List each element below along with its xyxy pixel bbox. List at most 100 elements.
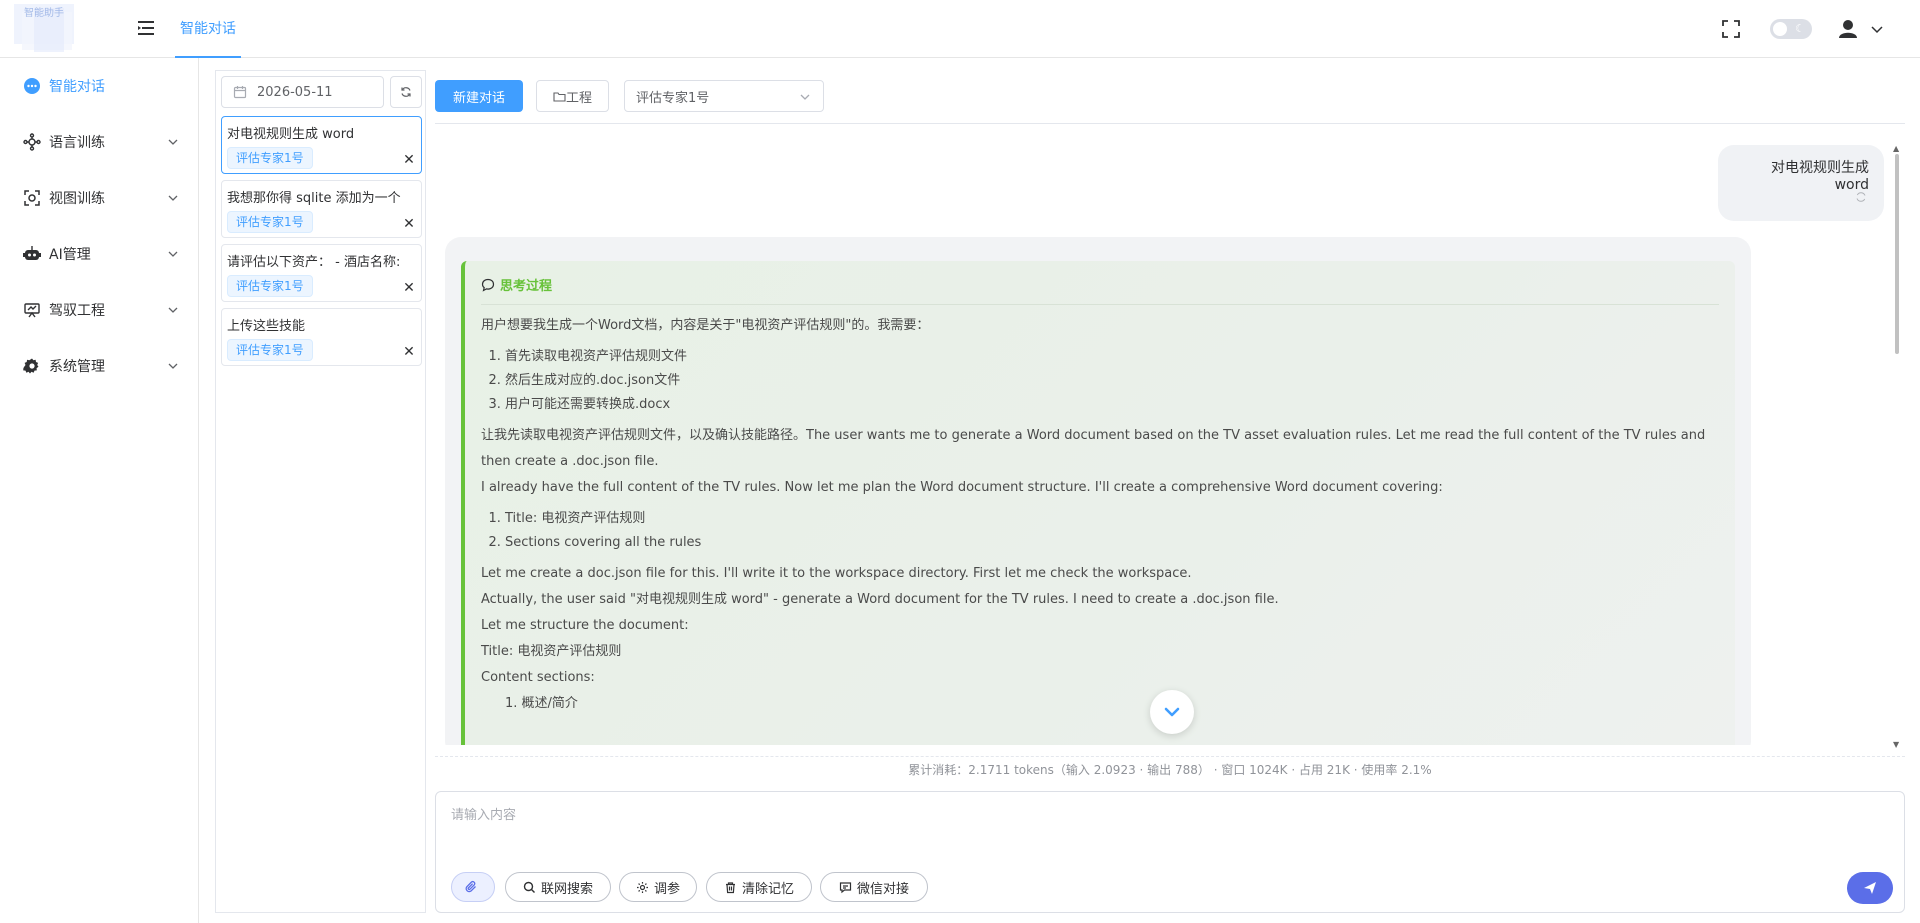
web-search-label: 联网搜索 <box>540 881 593 897</box>
thinking-line: Actually, the user said "对电视规则生成 word" -… <box>481 592 1279 607</box>
attach-button[interactable] <box>451 872 495 902</box>
chat-toolbar: 新建对话 工程 评估专家1号 <box>435 80 1905 124</box>
message-scrollbar[interactable]: ▲ ▼ <box>1893 144 1901 749</box>
conversation-title: 上传这些技能 <box>227 319 306 334</box>
clear-memory-button[interactable]: 清除记忆 <box>706 872 812 902</box>
token-usage: 累计消耗：2.1711 tokens（输入 2.0923 · 输出 788） ·… <box>435 756 1905 782</box>
tab-smart-chat[interactable]: 智能对话 <box>175 0 241 58</box>
paperclip-icon <box>465 880 476 893</box>
tune-params-button[interactable]: 调参 <box>619 872 697 902</box>
expert-select[interactable]: 评估专家1号 <box>624 80 824 112</box>
expert-tag: 评估专家1号 <box>227 211 313 233</box>
sidebar-item-smart-chat[interactable]: 智能对话 <box>0 58 199 114</box>
wechat-connect-label: 微信对接 <box>856 881 909 897</box>
logo-text: 智能助手 <box>24 8 64 19</box>
thinking-line: Let me structure the document: <box>481 618 689 633</box>
expert-tag: 评估专家1号 <box>227 147 313 169</box>
top-header: 智能助手 智能对话 ☾ <box>0 0 1920 58</box>
list-item: Title: 电视资产评估规则 <box>505 507 1719 531</box>
close-icon[interactable]: ✕ <box>402 345 416 359</box>
send-button[interactable] <box>1847 872 1893 904</box>
send-icon <box>1864 882 1876 894</box>
thinking-paragraph: I already have the full content of the T… <box>481 480 1443 495</box>
network-icon <box>22 132 42 152</box>
close-icon[interactable]: ✕ <box>402 217 416 231</box>
menu-toggle-icon[interactable] <box>136 18 156 38</box>
trash-icon <box>725 881 735 893</box>
scroll-to-bottom-button[interactable] <box>1150 690 1194 734</box>
web-search-button[interactable]: 联网搜索 <box>505 872 611 902</box>
refresh-button[interactable] <box>390 76 422 108</box>
assistant-message: 思考过程 用户想要我生成一个Word文档，内容是关于"电视资产评估规则"的。我需… <box>445 237 1751 745</box>
steps-list: 首先读取电视资产评估规则文件 然后生成对应的.doc.json文件 用户可能还需… <box>505 345 1719 417</box>
speech-bubble-icon <box>481 278 495 292</box>
scroll-down-icon[interactable]: ▼ <box>1893 740 1899 749</box>
logo: 智能助手 <box>14 4 110 54</box>
chevron-down-icon <box>1164 707 1180 717</box>
thinking-line: Let me create a doc.json file for this. … <box>481 566 1192 581</box>
list-item: Sections covering all the rules <box>505 531 1719 555</box>
sidebar: 智能对话 语言训练 视图训练 AI管理 驾驭工程 系统管理 <box>0 58 199 923</box>
conversation-list-panel: 2026-05-11 对电视规则生成 word 评估专家1号 ✕ 我想那你得 s… <box>215 70 426 913</box>
user-menu[interactable] <box>1836 16 1888 42</box>
sidebar-item-label: 视图训练 <box>49 191 105 207</box>
gear-icon <box>636 881 648 893</box>
sidebar-item-label: 驾驭工程 <box>49 303 105 319</box>
tune-params-label: 调参 <box>653 881 680 897</box>
toggle-knob <box>1773 22 1787 36</box>
chat-dots-icon <box>22 76 42 96</box>
conversation-title: 对电视规则生成 word <box>227 127 355 142</box>
close-icon[interactable]: ✕ <box>402 153 416 167</box>
sidebar-item-language-training[interactable]: 语言训练 <box>0 114 199 170</box>
date-picker[interactable]: 2026-05-11 <box>221 76 384 108</box>
plan-list: Title: 电视资产评估规则 Sections covering all th… <box>505 507 1719 555</box>
conversation-item[interactable]: 请评估以下资产： - 酒店名称: 评估专家1号 ✕ <box>221 244 422 302</box>
user-message-text: 对电视规则生成 word <box>1771 160 1869 193</box>
calendar-icon <box>233 86 247 99</box>
thinking-process-block: 思考过程 用户想要我生成一个Word文档，内容是关于"电视资产评估规则"的。我需… <box>461 261 1735 745</box>
project-label: 工程 <box>565 90 592 106</box>
thinking-line: 1. 概述/简介 <box>505 696 578 711</box>
new-chat-button[interactable]: 新建对话 <box>435 80 523 112</box>
expert-tag: 评估专家1号 <box>227 339 313 361</box>
moon-icon: ☾ <box>1795 22 1805 35</box>
conversation-title: 请评估以下资产： - 酒店名称: <box>227 255 401 270</box>
fullscreen-icon[interactable] <box>1720 18 1742 40</box>
clear-memory-label: 清除记忆 <box>741 881 794 897</box>
message-input[interactable] <box>451 804 1881 844</box>
project-button[interactable]: 工程 <box>536 80 609 112</box>
list-item: 首先读取电视资产评估规则文件 <box>505 345 1719 369</box>
sidebar-item-system-management[interactable]: 系统管理 <box>0 338 199 394</box>
sidebar-item-label: AI管理 <box>49 247 91 263</box>
close-icon[interactable]: ✕ <box>402 281 416 295</box>
chevron-down-icon <box>168 363 178 369</box>
conversation-item[interactable]: 上传这些技能 评估专家1号 ✕ <box>221 308 422 366</box>
thinking-line: Title: 电视资产评估规则 <box>481 644 622 659</box>
thinking-header[interactable]: 思考过程 <box>481 275 1719 305</box>
chevron-down-icon <box>168 139 178 145</box>
list-item: 然后生成对应的.doc.json文件 <box>505 369 1719 393</box>
sidebar-item-label: 语言训练 <box>49 135 105 151</box>
thinking-title: 思考过程 <box>500 279 553 294</box>
scroll-up-icon[interactable]: ▲ <box>1893 144 1899 153</box>
theme-toggle[interactable]: ☾ <box>1770 19 1812 39</box>
sidebar-item-label: 智能对话 <box>49 79 105 95</box>
sidebar-item-ai-management[interactable]: AI管理 <box>0 226 199 282</box>
loading-icon <box>1856 192 1866 202</box>
conversation-title: 我想那你得 sqlite 添加为一个 <box>227 191 401 206</box>
scrollbar-thumb[interactable] <box>1895 154 1899 354</box>
message-list: 对电视规则生成 word 思考过程 用户想要我生成一个Word文档，内容是关于"… <box>435 133 1905 745</box>
conversation-item[interactable]: 对电视规则生成 word 评估专家1号 ✕ <box>221 116 422 174</box>
thinking-line: Content sections: <box>481 670 595 685</box>
chevron-down-icon <box>800 94 810 100</box>
sidebar-item-harness-engineering[interactable]: 驾驭工程 <box>0 282 199 338</box>
thinking-paragraph: 让我先读取电视资产评估规则文件，以及确认技能路径。The user wants … <box>481 428 1706 469</box>
sidebar-item-view-training[interactable]: 视图训练 <box>0 170 199 226</box>
wechat-connect-button[interactable]: 微信对接 <box>820 872 928 902</box>
conversation-item[interactable]: 我想那你得 sqlite 添加为一个 评估专家1号 ✕ <box>221 180 422 238</box>
refresh-icon <box>401 87 411 97</box>
message-square-icon <box>839 881 852 893</box>
sidebar-item-label: 系统管理 <box>49 359 105 375</box>
presentation-icon <box>22 300 42 320</box>
chevron-down-icon <box>168 307 178 313</box>
